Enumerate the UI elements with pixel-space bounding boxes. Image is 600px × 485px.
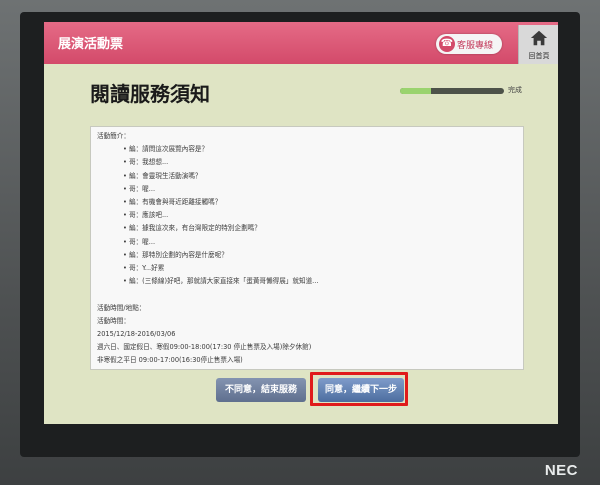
customer-service-button[interactable]: ☎ 客服專線 <box>436 34 502 54</box>
terms-line: 活動時間/地點： <box>97 303 146 312</box>
terms-line: 週六日、國定假日、寒假09:00-18:00(17:30 停止售票及入場)除夕休… <box>97 343 312 352</box>
home-button[interactable]: 回首頁 <box>518 25 558 64</box>
terms-line: • 哥：我想想... <box>123 158 169 167</box>
terms-line: • 編：那特別企劃的內容是什麼呢？ <box>123 250 228 259</box>
progress-bar <box>400 88 504 94</box>
header-bar: 展演活動票 ☎ 客服專線 <box>44 22 558 64</box>
phone-icon: ☎ <box>439 36 455 52</box>
app-title: 展演活動票 <box>58 37 124 52</box>
terms-line <box>97 368 517 369</box>
disagree-button[interactable]: 不同意，結束服務 <box>216 378 306 402</box>
terms-line: • 編：會靈現生活動演嗎？ <box>123 171 202 180</box>
agree-button[interactable]: 同意，繼續下一步 <box>318 378 404 402</box>
terms-line: • 編：請問這次展覽內容是？ <box>123 145 209 154</box>
progress-label: 完成 <box>508 86 522 94</box>
progress-fill <box>400 88 432 94</box>
customer-service-label: 客服專線 <box>457 41 494 51</box>
terms-line: • 編：(三條線)好吧，那就請大家直接來「蛋黃哥懶得展」就知道... <box>123 277 319 286</box>
terms-line: 非寒假之平日 09:00-17:00(16:30停止售票入場) <box>97 356 243 365</box>
kiosk-screen: 展演活動票 ☎ 客服專線 回首頁 閱讀服務須知 完成 活動簡介： • 編：請問這次… <box>44 22 558 424</box>
terms-line: • 哥：喔... <box>123 184 156 193</box>
terms-line: • 編：據我這次來，有台灣限定的特別企劃嗎？ <box>123 224 261 233</box>
page-title: 閱讀服務須知 <box>90 82 210 106</box>
brand-logo: NEC <box>544 462 578 479</box>
terms-line: 2015/12/18-2016/03/06 <box>97 330 176 339</box>
terms-line: • 哥：Y...好累 <box>123 264 165 273</box>
home-label: 回首頁 <box>528 52 550 60</box>
terms-line: 活動時間： <box>97 316 130 325</box>
terms-line: • 編：有機會與哥近距離接觸嗎？ <box>123 198 222 207</box>
home-icon <box>530 30 548 46</box>
terms-content: 活動簡介： • 編：請問這次展覽內容是？ • 哥：我想想... • 編：會靈現生活動演… <box>91 127 523 369</box>
terms-line: 活動簡介： <box>97 132 130 140</box>
terms-line: • 哥：喔... <box>123 237 156 246</box>
terms-line: • 哥：應該吧... <box>123 211 169 220</box>
terms-line <box>97 288 517 301</box>
terms-content-box[interactable]: 活動簡介： • 編：請問這次展覽內容是？ • 哥：我想想... • 編：會靈現生活動演… <box>90 126 524 370</box>
